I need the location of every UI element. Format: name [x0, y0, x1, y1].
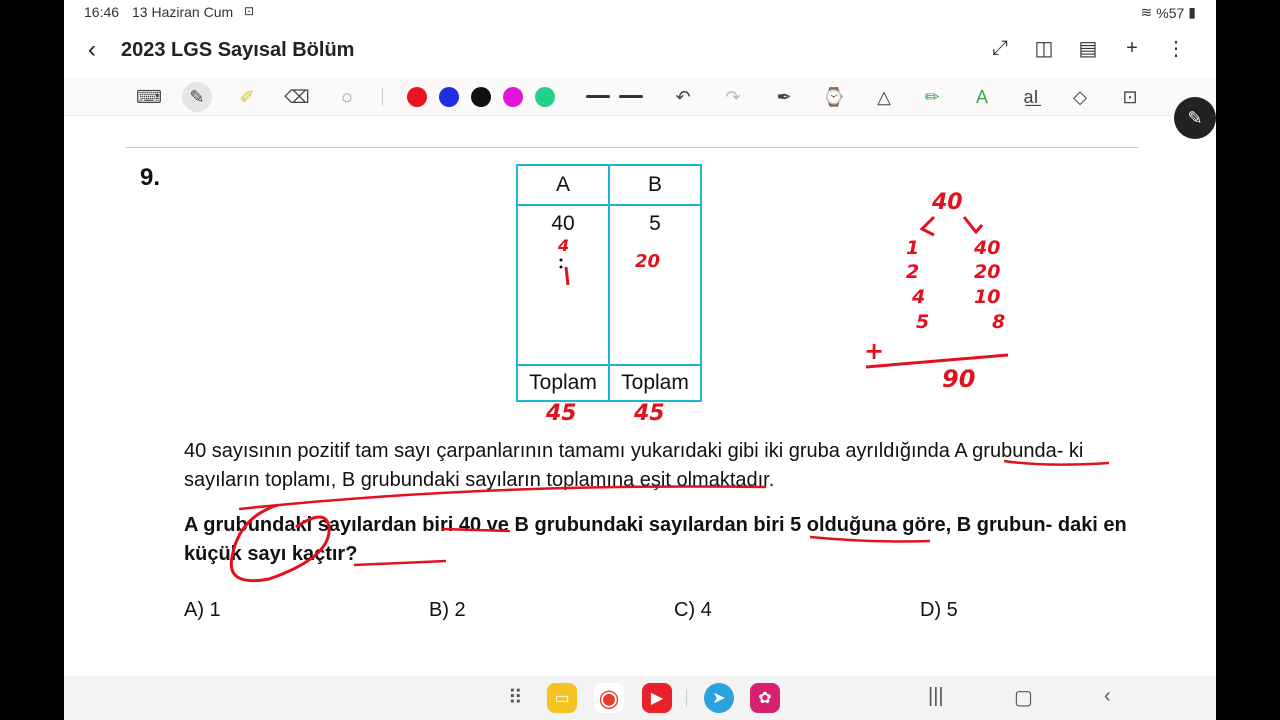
question-prompt: A grubundaki sayılardan biri 40 ve B gru… — [184, 514, 1127, 565]
wifi-icon: ≋ — [1140, 4, 1153, 20]
ink-total: 90 — [942, 365, 975, 393]
option-c[interactable]: C) 4 — [674, 599, 712, 622]
ink-top-number: 40 — [931, 190, 963, 215]
lasso-icon[interactable]: ◌ — [332, 82, 362, 112]
home-icon[interactable]: ▢ — [1014, 685, 1033, 710]
color-black-swatch[interactable] — [471, 87, 491, 107]
back-arrow-icon[interactable]: ‹ — [88, 36, 96, 64]
option-a[interactable]: A) 1 — [184, 599, 221, 622]
ink-left-2: 2 — [906, 261, 919, 283]
option-b[interactable]: B) 2 — [429, 599, 466, 622]
shape-pen-icon[interactable]: △ — [869, 82, 899, 112]
ink-left-1: 1 — [906, 237, 919, 259]
more-options-icon[interactable]: ⋮ — [1164, 36, 1188, 60]
ink-right-4: 8 — [992, 311, 1005, 333]
color-red-swatch[interactable] — [407, 87, 427, 107]
shapes-icon[interactable]: ◇ — [1065, 82, 1095, 112]
book-view-icon[interactable]: ◫ — [1032, 36, 1056, 60]
ink-sum-line — [865, 353, 1009, 369]
back-nav-icon[interactable]: ‹ — [1104, 685, 1111, 708]
eraser-icon[interactable]: ⌫ — [282, 82, 312, 112]
youtube-app-icon[interactable]: ▶ — [642, 683, 672, 713]
magic-pen-icon[interactable]: ✒ — [769, 82, 799, 112]
table-header-a: A — [516, 164, 610, 206]
ink-right-1: 40 — [973, 237, 1000, 259]
ink-right-3: 10 — [974, 286, 1000, 308]
files-app-icon[interactable]: ▭ — [547, 683, 577, 713]
ink-sum-b: 45 — [633, 401, 665, 426]
lock-page-icon[interactable]: ⊡ — [1115, 82, 1145, 112]
page-list-icon[interactable]: ▤ — [1076, 36, 1100, 60]
timer-pen-icon[interactable]: ⌚ — [819, 82, 849, 112]
highlighter-icon[interactable]: ✐ — [232, 82, 262, 112]
app-bar: ‹ 2023 LGS Sayısal Bölüm ⤢ ◫ ▤ + ⋮ — [64, 28, 1216, 72]
text-tool-icon[interactable]: a͟I — [1016, 82, 1046, 112]
status-time: 16:46 — [84, 4, 120, 20]
toolbar-divider — [382, 88, 383, 106]
dock-divider — [686, 689, 687, 707]
color-green-swatch[interactable] — [535, 87, 555, 107]
telegram-app-icon[interactable]: ➤ — [704, 683, 734, 713]
table-cell-a: 40 — [516, 204, 610, 366]
page-divider — [126, 147, 1138, 148]
status-date: 13 Haziran Cum — [132, 4, 234, 20]
green-highlighter-icon[interactable]: ✏ — [917, 82, 947, 112]
table-header-b: B — [608, 164, 702, 206]
ink-left-4: 5 — [916, 311, 929, 333]
pen-tool-icon[interactable]: ✎ — [182, 82, 212, 112]
table-footer-a: Toplam — [516, 364, 610, 402]
add-icon[interactable]: + — [1120, 36, 1144, 60]
text-style-icon[interactable]: A — [967, 82, 997, 112]
tablet-screen: 16:46 13 Haziran Cum ⊡ ≋ %57 ▮ ‹ 2023 LG… — [64, 0, 1216, 720]
table-cell-b: 5 — [608, 204, 702, 366]
screen-record-icon: ⊡ — [244, 4, 255, 18]
group-table: A B 40 5 Toplam Toplam — [516, 164, 702, 402]
chrome-app-icon[interactable]: ◉ — [594, 683, 624, 713]
drawing-toolbar: ⌨ ✎ ✐ ⌫ ◌ ↶ ↷ ✒ ⌚ △ ✏ A a͟I ◇ ⊡ — [64, 78, 1216, 116]
thin-line-icon[interactable] — [586, 95, 610, 98]
flower-app-icon[interactable]: ✿ — [750, 683, 780, 713]
color-magenta-swatch[interactable] — [503, 87, 523, 107]
color-blue-swatch[interactable] — [439, 87, 459, 107]
expand-icon[interactable]: ⤢ — [988, 36, 1012, 60]
option-d[interactable]: D) 5 — [920, 599, 958, 622]
table-footer-b: Toplam — [608, 364, 702, 402]
question-paragraph: 40 sayısının pozitif tam sayı çarpanları… — [184, 440, 1084, 491]
keyboard-icon[interactable]: ⌨ — [134, 82, 164, 112]
status-bar: 16:46 13 Haziran Cum ⊡ ≋ %57 ▮ — [64, 0, 1216, 24]
recent-apps-icon[interactable]: ||| — [928, 685, 944, 708]
ink-sum-a: 45 — [545, 401, 577, 426]
thick-line-icon[interactable] — [619, 95, 643, 98]
ink-left-3: 4 — [911, 286, 925, 308]
battery-level: %57 — [1156, 4, 1185, 21]
ink-left-arrow — [919, 215, 936, 237]
ink-right-arrow — [962, 216, 984, 235]
pen-fab-button[interactable]: ✎ — [1174, 97, 1216, 139]
document-page: 9. A B 40 5 Toplam Toplam 40 sayısının p… — [64, 117, 1216, 677]
apps-grid-icon[interactable]: ⠿ — [508, 685, 523, 710]
document-title: 2023 LGS Sayısal Bölüm — [121, 39, 355, 61]
redo-icon[interactable]: ↷ — [718, 82, 748, 112]
battery-icon: ▮ — [1188, 4, 1196, 20]
ink-plus: + — [864, 337, 884, 365]
system-navbar: ⠿ ▭ ◉ ▶ ➤ ✿ ||| ▢ ‹ — [64, 676, 1216, 720]
undo-icon[interactable]: ↶ — [668, 82, 698, 112]
ink-right-2: 20 — [974, 261, 1000, 283]
question-number: 9. — [140, 164, 161, 191]
